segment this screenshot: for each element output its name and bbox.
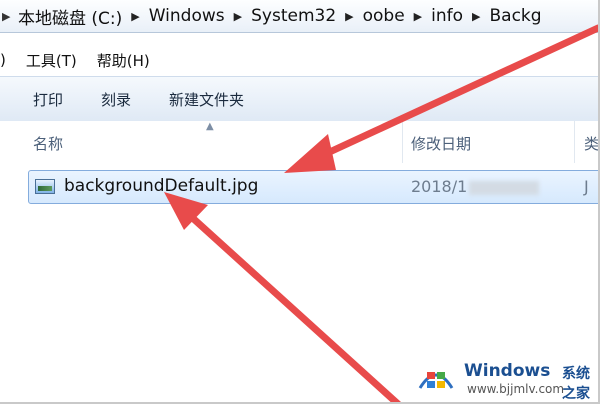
watermark-brand: Windows: [464, 361, 551, 381]
arrow-top-right: [284, 24, 598, 173]
watermark-cn: 系统之家: [562, 366, 590, 402]
annotation-arrows: [164, 24, 598, 402]
watermark-url: www.bjjmlv.com: [467, 382, 565, 396]
explorer-window: ▶ 本地磁盘 (C:) ▶ Windows ▶ System32 ▶ oobe …: [0, 0, 600, 404]
arrow-bottom: [164, 192, 401, 402]
watermark: Windows 系统之家 www.bjjmlv.com: [404, 350, 598, 402]
windows-logo-icon: [418, 372, 454, 389]
